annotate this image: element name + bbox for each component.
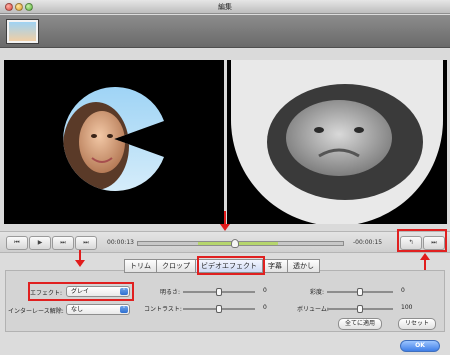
contrast-slider[interactable] [183, 305, 255, 313]
title-bar: 編集 [0, 0, 450, 14]
deinterlace-select-value: なし [71, 306, 84, 313]
saturation-value: 0 [401, 287, 405, 294]
clip-thumbnail[interactable] [6, 19, 39, 44]
clip-thumbnail-image [9, 22, 36, 41]
playhead[interactable] [231, 239, 239, 248]
highlight-effect-select [28, 282, 134, 301]
saturation-label: 彩度: [310, 289, 325, 296]
original-preview [4, 60, 224, 224]
go-to-end-button[interactable]: ⏭ [75, 236, 97, 250]
current-time: 00:00:13 [107, 239, 134, 246]
fast-forward-button[interactable]: ⏭ [52, 236, 74, 250]
volume-slider[interactable] [327, 305, 393, 313]
effect-preview [227, 60, 447, 224]
arrow-effect-indicator [75, 250, 85, 267]
highlight-video-effect-tab [197, 256, 265, 275]
volume-slider-thumb[interactable] [357, 305, 363, 313]
saturation-slider-thumb[interactable] [357, 288, 363, 296]
highlight-start-end-buttons [397, 229, 447, 252]
saturation-slider[interactable] [327, 288, 393, 296]
brightness-slider-thumb[interactable] [216, 288, 222, 296]
transport-bar: ⏮ ▶ ⏭ ⏭ 00:00:13 -00:00:15 ↰ ⏭ [0, 231, 450, 253]
contrast-slider-thumb[interactable] [216, 305, 222, 313]
brightness-slider[interactable] [183, 288, 255, 296]
reset-button[interactable]: リセット [398, 318, 437, 330]
play-button[interactable]: ▶ [29, 236, 51, 250]
tab-crop[interactable]: クロップ [156, 259, 195, 273]
clip-thumbnail-bar [0, 15, 450, 48]
original-preview-image [63, 87, 164, 191]
tab-watermark[interactable]: 透かし [287, 259, 320, 273]
brightness-label: 明るさ: [160, 289, 181, 296]
tab-subtitle[interactable]: 字幕 [262, 259, 287, 273]
tab-trim[interactable]: トリム [124, 259, 156, 273]
contrast-value: 0 [263, 304, 267, 311]
deinterlace-select[interactable]: なし ⌃ [66, 304, 130, 315]
volume-label: ボリューム: [297, 306, 329, 313]
go-to-start-button[interactable]: ⏮ [6, 236, 28, 250]
deinterlace-label: インターレース解除: [8, 308, 64, 315]
window-title: 編集 [218, 3, 232, 11]
ok-button[interactable]: OK [400, 340, 440, 352]
effect-preview-image [231, 60, 443, 224]
arrow-tab-indicator [220, 211, 230, 231]
contrast-label: コントラスト: [144, 306, 182, 313]
apply-to-all-button[interactable]: 全てに適用 [338, 318, 383, 330]
volume-value: 100 [401, 304, 413, 311]
remaining-time: -00:00:15 [353, 239, 383, 246]
timeline-track[interactable] [137, 239, 344, 248]
brightness-value: 0 [263, 287, 267, 294]
chevron-updown-icon: ⌃ [120, 306, 128, 313]
